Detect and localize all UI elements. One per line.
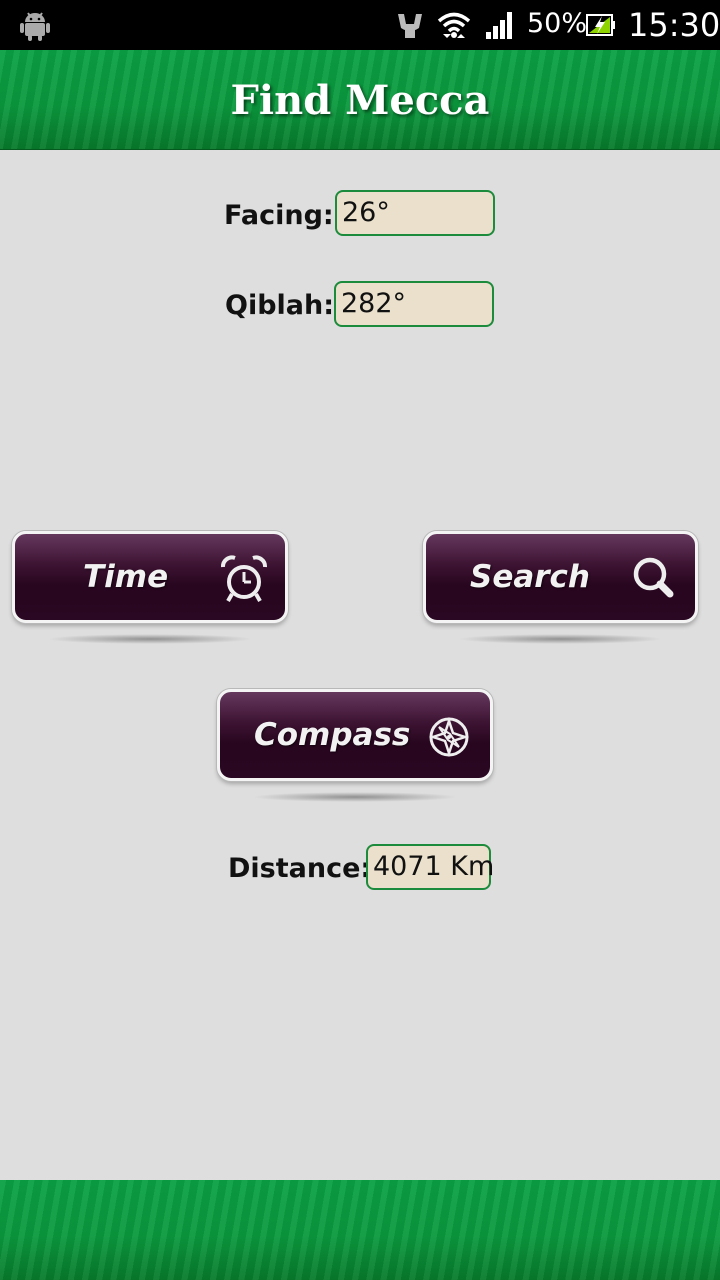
distance-label: Distance:	[228, 853, 372, 884]
status-bar: 50% 15:30	[0, 0, 720, 50]
compass-button[interactable]: Compass	[217, 689, 493, 802]
compass-button-label: Compass	[254, 717, 411, 753]
time-button-label: Time	[83, 559, 169, 595]
battery-charging-icon	[586, 14, 615, 36]
facing-label: Facing:	[224, 200, 334, 231]
title-bar: Find Mecca	[0, 50, 720, 150]
compass-rose-icon	[429, 717, 469, 757]
wifi-icon	[437, 12, 471, 38]
usb-debug-icon	[398, 14, 422, 38]
alarm-clock-icon	[221, 555, 267, 602]
android-icon	[20, 12, 50, 41]
distance-value-field: 4071 Km	[366, 844, 494, 890]
battery-percent: 50%	[527, 8, 588, 39]
bottom-bar	[0, 1180, 720, 1280]
qiblah-label: Qiblah:	[225, 290, 335, 321]
magnifier-icon	[633, 557, 674, 598]
status-clock: 15:30	[628, 6, 720, 44]
signal-icon	[486, 12, 512, 39]
search-button-label: Search	[470, 559, 591, 595]
time-button[interactable]: Time	[12, 531, 288, 644]
qiblah-value-field: 282°	[334, 281, 494, 327]
search-button[interactable]: Search	[423, 531, 698, 644]
app-title: Find Mecca	[230, 77, 490, 124]
facing-value-field: 26°	[335, 190, 495, 236]
